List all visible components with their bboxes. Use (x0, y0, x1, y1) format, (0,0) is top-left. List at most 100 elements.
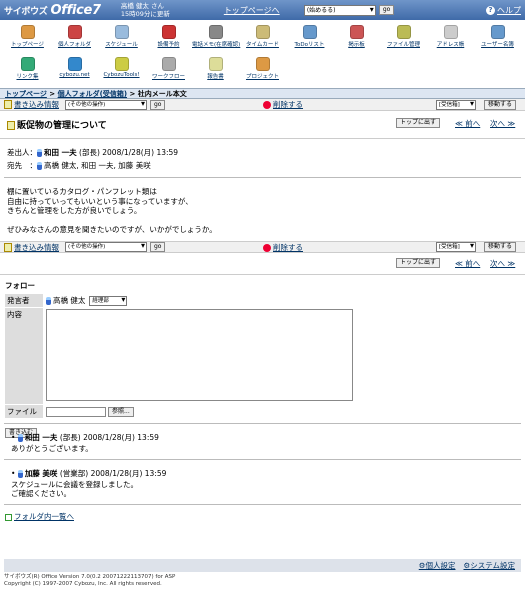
app-file[interactable]: ファイル管理 (380, 25, 427, 54)
user-icon (46, 296, 51, 305)
reply-item: • 和田 一夫 (部長) 2008/1/28(月) 13:59 ありがとうございま… (4, 424, 521, 460)
next-link[interactable]: 次へ ≫ (490, 258, 515, 269)
message-body: 棚に置いているカタログ・パンフレット類は 自由に持っていってもいいという事になって… (0, 178, 525, 241)
reply-author[interactable]: 和田 一夫 (25, 433, 58, 442)
body-line: ぜひみなさんの意見を聞きたいのですが、いかがでしょうか。 (7, 225, 217, 234)
app-globe[interactable]: リンク集 (4, 57, 51, 86)
app-timecard[interactable]: タイムカード (239, 25, 286, 54)
delete-icon (263, 101, 271, 109)
content-textarea[interactable] (46, 309, 353, 401)
nav-row-bottom: トップに出す ≪ 前へ 次へ ≫ (0, 253, 525, 275)
system-settings-link[interactable]: ⚙システム設定 (463, 560, 515, 571)
folder-icon (67, 25, 82, 39)
reply-author[interactable]: 加藤 美咲 (25, 469, 58, 478)
browse-button[interactable]: 参照... (108, 406, 134, 417)
copyright-text: Copyright (C) 1997-2007 Cybozu, Inc. All… (4, 581, 162, 587)
app-phone[interactable]: 電話メモ(在席確認) (192, 25, 241, 54)
delete-action[interactable]: 削除する (263, 99, 303, 110)
app-label: 掲示板 (348, 42, 365, 48)
app-house[interactable]: トップページ (4, 25, 51, 54)
app-todo[interactable]: ToDoリスト (286, 25, 333, 54)
users-icon (490, 25, 505, 39)
app-car[interactable]: 設備予約 (145, 25, 192, 54)
folder-select[interactable]: [受信箱] (436, 242, 476, 252)
body-line (7, 216, 518, 226)
help-link[interactable]: ? ヘルプ (486, 5, 521, 16)
file-input[interactable] (46, 406, 106, 417)
app-address[interactable]: アドレス帳 (427, 25, 474, 54)
follow-form: 発言者 高橋 健太経理部 内容 ファイル 参照... (5, 294, 520, 418)
workflow-icon (161, 57, 176, 71)
app-report[interactable]: 報告書 (192, 57, 239, 86)
reply-header: • 加藤 美咲 (営業部) 2008/1/28(月) 13:59 (11, 469, 167, 478)
folder-select[interactable]: [受信箱] (436, 99, 476, 110)
todo-icon (302, 25, 317, 39)
app-label: 個人フォルダ (57, 42, 91, 48)
personal-settings-link[interactable]: ⚙個人設定 (419, 560, 456, 571)
top-button[interactable]: トップに出す (396, 118, 441, 128)
follow-section: フォロー 発言者 高橋 健太経理部 内容 ファイル 参照... 書き込む (0, 275, 525, 438)
header-go-button[interactable]: go (378, 5, 395, 15)
body-line: 自由に持っていってもいいという事になっていますが、 (7, 196, 193, 206)
sender-name[interactable]: 和田 一夫 (44, 148, 77, 157)
breadcrumb-top[interactable]: トップページ (5, 90, 47, 98)
app-select[interactable]: (始めるる) (303, 4, 376, 16)
settings-bar: ⚙個人設定 ⚙システム設定 (4, 559, 521, 572)
reply-text: ご確認ください。 (11, 489, 71, 498)
app-label: 電話メモ(在席確認) (192, 42, 241, 48)
delete-action[interactable]: 削除する (263, 242, 303, 253)
app-label: トップページ (11, 42, 44, 48)
operation-select[interactable]: (その他の操作) (65, 242, 147, 252)
write-info-link[interactable]: 書き込み情報 (14, 242, 59, 253)
next-link[interactable]: 次へ ≫ (490, 118, 515, 129)
help-icon: ? (486, 5, 495, 15)
operation-go-button[interactable]: go (150, 242, 166, 252)
sender-date: 2008/1/28(月) 13:59 (102, 148, 179, 157)
operation-select[interactable]: (その他の操作) (65, 99, 147, 110)
file-row: 参照... (43, 405, 363, 418)
user-name: 高橋 健太 さん (120, 2, 164, 10)
delete-link[interactable]: 削除する (273, 243, 303, 252)
app-tools[interactable]: CybozuTools! (98, 57, 145, 86)
prev-link[interactable]: ≪ 前へ (455, 118, 480, 129)
version-text: サイボウズ(R) Office Version 7.0(0.2 20071222… (4, 574, 176, 580)
folder-list-link[interactable]: フォルダ内一覧へ (14, 512, 74, 521)
app-users[interactable]: ユーザー名簿 (474, 25, 521, 54)
user-icon (37, 162, 42, 170)
user-icon (37, 149, 42, 157)
house-icon (20, 25, 35, 39)
department-select[interactable]: 経理部 (89, 295, 128, 306)
info-icon (4, 242, 12, 252)
write-info-link[interactable]: 書き込み情報 (14, 99, 59, 110)
app-schedule[interactable]: スケジュール (98, 25, 145, 54)
app-cybozu-net[interactable]: cybozu.net (51, 57, 98, 86)
delete-icon (263, 243, 271, 252)
operation-go-button[interactable]: go (150, 99, 166, 110)
app-label: リンク集 (16, 74, 39, 80)
cybozu-net-icon (67, 57, 82, 71)
breadcrumb-folder[interactable]: 個人フォルダ(受信箱) (58, 90, 127, 98)
top-button[interactable]: トップに出す (396, 258, 441, 268)
folder-list-row: フォルダ内一覧へ (0, 505, 525, 527)
board-icon (349, 25, 364, 39)
globe-icon (20, 57, 35, 71)
breadcrumb: トップページ > 個人フォルダ(受信箱) > 社内メール本文 (0, 88, 525, 99)
move-button[interactable]: 移動する (484, 242, 517, 252)
file-label: ファイル (5, 405, 43, 418)
delete-link[interactable]: 削除する (273, 100, 303, 109)
body-line: きちんと管理をした方が良いでしょう。 (7, 206, 142, 215)
timecard-icon (255, 25, 270, 39)
info-icon (4, 100, 12, 109)
move-button[interactable]: 移動する (484, 99, 517, 110)
app-label: スケジュール (105, 42, 138, 48)
app-workflow[interactable]: ワークフロー (145, 57, 192, 86)
app-label: ユーザー名簿 (481, 42, 514, 48)
app-project[interactable]: プロジェクト (239, 57, 286, 86)
report-icon (208, 57, 223, 71)
app-folder[interactable]: 個人フォルダ (51, 25, 98, 54)
top-page-link[interactable]: トップページへ (224, 5, 294, 16)
reply-date: 2008/1/28(月) 13:59 (83, 433, 159, 442)
back-icon (5, 513, 12, 521)
app-board[interactable]: 掲示板 (333, 25, 380, 54)
prev-link[interactable]: ≪ 前へ (455, 258, 480, 269)
